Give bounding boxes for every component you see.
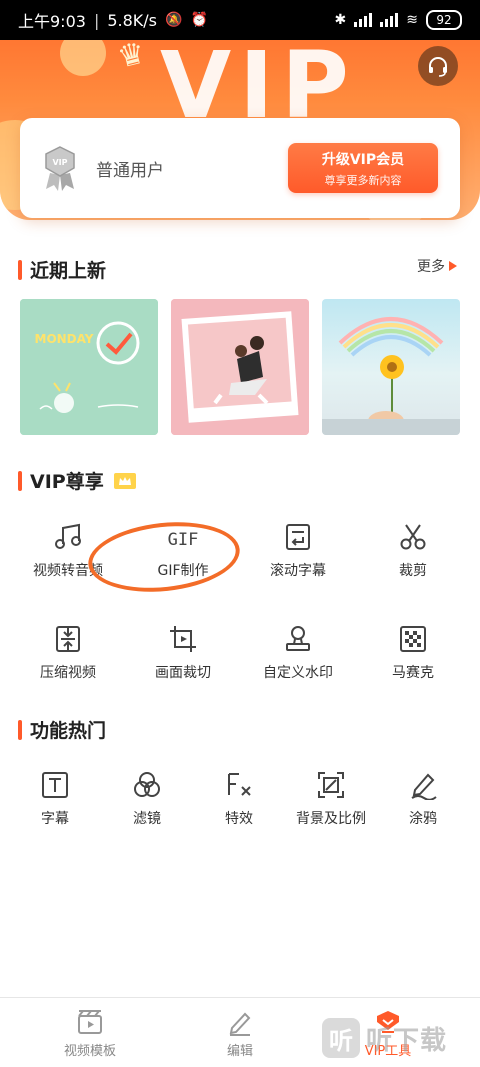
nav-edit[interactable]: 编辑 [180, 1008, 300, 1059]
feature-label: 特效 [225, 811, 253, 827]
recent-thumb-flower[interactable] [322, 299, 460, 435]
nav-label: 编辑 [226, 1044, 253, 1059]
scissors-icon [400, 524, 426, 550]
recent-thumb-monday[interactable]: MONDAY [20, 299, 158, 435]
crop-icon [170, 626, 196, 652]
feature-label: 字幕 [41, 811, 69, 827]
feature-doodle[interactable]: 涂鸦 [368, 770, 478, 828]
scroll-subtitle-icon [286, 524, 310, 550]
section-title-recent: 近期上新 [18, 256, 106, 283]
section-title-text: 功能热门 [30, 720, 107, 742]
tool-label: 压缩视频 [40, 665, 96, 681]
text-icon [42, 772, 68, 798]
upgrade-title: 升级VIP会员 [321, 151, 405, 168]
compress-icon [56, 626, 80, 652]
thumb-label: MONDAY [35, 332, 94, 346]
brush-icon [411, 773, 437, 800]
user-level-label: 普通用户 [96, 160, 164, 181]
filter-icon [134, 772, 160, 797]
headset-icon [429, 57, 447, 77]
section-title-text: VIP尊享 [30, 471, 104, 493]
signal-icon [354, 13, 373, 27]
tool-cut[interactable]: 裁剪 [358, 522, 468, 580]
tool-custom-watermark[interactable]: 自定义水印 [243, 624, 353, 682]
tool-label: 裁剪 [399, 563, 427, 579]
flower-rainbow-illustration [322, 317, 460, 435]
fx-icon [228, 773, 251, 796]
upgrade-vip-button[interactable]: 升级VIP会员 尊享更多新内容 [288, 143, 438, 193]
vip-badge-icon: VIP [45, 146, 75, 191]
watermark-text: 听下载 [366, 1025, 448, 1056]
more-link[interactable]: 更多 [417, 256, 457, 276]
section-title-vip: VIP尊享 [18, 467, 136, 494]
music-note-icon [55, 523, 81, 549]
tool-scroll-subtitle[interactable]: 滚动字幕 [243, 522, 353, 580]
section-title-text: 近期上新 [30, 260, 107, 282]
section-accent-bar [18, 259, 22, 280]
feature-label: 滤镜 [133, 811, 161, 827]
tool-crop-frame[interactable]: 画面裁切 [128, 624, 238, 682]
user-card: VIP 普通用户 升级VIP会员 尊享更多新内容 [20, 118, 460, 218]
section-accent-bar [18, 470, 22, 491]
feature-label: 涂鸦 [409, 811, 437, 827]
site-watermark: 听 听下载 [322, 1018, 447, 1058]
stamp-icon [286, 626, 310, 651]
crown-icon [113, 472, 136, 489]
alarm-icon: ⏰ [190, 12, 208, 28]
crown-decor-icon: ♛ [114, 35, 149, 76]
tool-compress-video[interactable]: 压缩视频 [13, 624, 123, 682]
couple-photo-illustration [171, 299, 309, 435]
status-bar: 上午9:03 | 5.8K/s 🔕 ⏰ ✱ ≋ 92 [0, 0, 480, 40]
feature-label: 背景及比例 [296, 811, 366, 827]
tool-mosaic[interactable]: 马赛克 [358, 624, 468, 682]
nav-label: 视频模板 [63, 1044, 116, 1059]
edit-icon [229, 1012, 251, 1036]
section-accent-bar [18, 719, 22, 740]
status-time: 上午9:03 [18, 12, 86, 31]
tool-label: 画面裁切 [155, 665, 211, 681]
customer-service-button[interactable] [418, 46, 458, 86]
ratio-icon [318, 772, 344, 798]
bluetooth-icon: ✱ [334, 12, 347, 28]
monday-illustration: MONDAY [20, 299, 158, 435]
tool-label: 滚动字幕 [270, 563, 326, 579]
tool-label: 自定义水印 [263, 665, 333, 681]
more-label: 更多 [417, 259, 445, 275]
wifi-icon: ≋ [406, 12, 418, 28]
badge-text: VIP [52, 158, 67, 167]
mute-icon: 🔕 [165, 12, 183, 28]
film-icon [78, 1010, 102, 1034]
nav-video-templates[interactable]: 视频模板 [30, 1008, 150, 1059]
signal-icon [380, 13, 399, 27]
watermark-logo: 听 [322, 1018, 360, 1058]
upgrade-subtitle: 尊享更多新内容 [324, 173, 402, 187]
battery-indicator: 92 [426, 10, 462, 30]
section-title-hot: 功能热门 [18, 716, 106, 743]
arrow-right-icon [449, 261, 457, 271]
network-speed: 5.8K/s [107, 10, 157, 30]
mosaic-icon [400, 626, 426, 652]
recent-thumb-couple[interactable] [171, 299, 309, 435]
tool-label: 马赛克 [392, 665, 434, 681]
